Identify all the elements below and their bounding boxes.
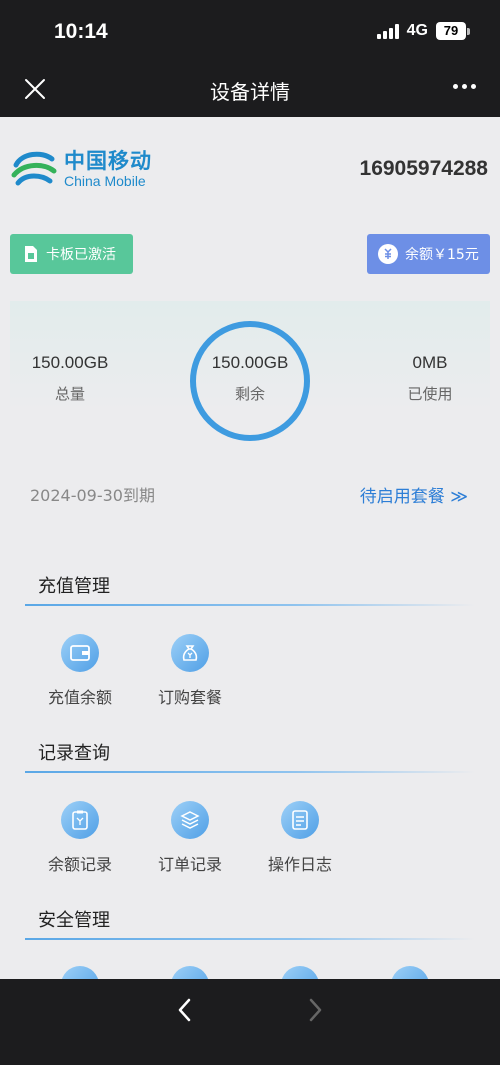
phone-number: 16905974288 [359,157,488,180]
balance-records-label: 余额记录 [47,855,112,874]
money-bag-icon [171,634,209,672]
security-item-1-button[interactable] [35,966,125,979]
china-mobile-logo-icon [11,151,57,186]
main-content: 中国移动 China Mobile 16905974288 卡板已激活 余额￥1… [0,117,500,979]
carrier-brand: 中国移动 China Mobile [10,145,152,193]
more-dot-icon [471,84,476,89]
section-title-recharge: 充值管理 [38,576,110,597]
more-dot-icon [462,84,467,89]
security-icon [61,966,99,979]
total-label: 总量 [54,385,85,403]
network-type: 4G [406,22,428,39]
operation-log-label: 操作日志 [267,855,332,874]
status-indicators: 4G 79 [376,22,470,40]
card-activated-label: 卡板已激活 [46,247,116,263]
remaining-label: 剩余 [234,385,265,403]
bottom-toolbar [0,979,500,1065]
chevron-right-icon [309,998,322,1022]
clipboard-icon [61,801,99,839]
remaining-stat: 150.00GB 剩余 [200,353,300,404]
security-icon [171,966,209,979]
order-plan-button[interactable]: 订购套餐 [145,634,235,708]
used-stat: 0MB 已使用 [380,353,480,404]
page-title: 设备详情 [210,80,290,104]
order-records-label: 订单记录 [157,855,222,874]
security-item-3-button[interactable] [255,966,345,979]
money-bag-icon [378,244,398,264]
more-dot-icon [453,84,458,89]
section-divider [25,938,475,940]
document-icon [281,801,319,839]
layers-icon [171,801,209,839]
section-divider [25,771,475,773]
balance-label: 余额￥15元 [405,247,479,263]
data-usage-card: 150.00GB 总量 150.00GB 剩余 0MB 已使用 [10,301,490,461]
chevron-left-icon [178,998,191,1022]
security-icon [281,966,319,979]
pending-plans-link[interactable]: 待启用套餐 ≫ [360,482,468,507]
used-label: 已使用 [407,385,453,403]
balance-badge[interactable]: 余额￥15元 [367,234,490,274]
status-time: 10:14 [54,20,108,43]
section-title-security: 安全管理 [38,910,110,931]
card-activated-badge: 卡板已激活 [10,234,133,274]
security-item-4-button[interactable] [365,966,455,979]
sim-card-icon [25,246,37,262]
back-button[interactable] [172,997,198,1023]
battery-level: 79 [436,22,466,40]
used-value: 0MB [412,353,448,372]
recharge-balance-label: 充值余额 [47,688,112,707]
total-value: 150.00GB [31,353,109,372]
brand-name-en: China Mobile [64,173,146,189]
security-item-2-button[interactable] [145,966,235,979]
brand-name-cn: 中国移动 [64,149,152,173]
section-title-records: 记录查询 [38,743,110,764]
section-divider [25,604,475,606]
battery-icon: 79 [436,22,470,40]
security-icon [391,966,429,979]
expiry-date: 2024-09-30到期 [30,486,155,505]
more-button[interactable] [453,84,476,89]
recharge-balance-button[interactable]: 充值余额 [35,634,125,708]
order-plan-label: 订购套餐 [157,688,222,707]
operation-log-button[interactable]: 操作日志 [255,801,345,875]
top-bar: 10:14 4G 79 设备详情 [0,0,500,117]
remaining-value: 150.00GB [211,353,289,372]
balance-records-button[interactable]: 余额记录 [35,801,125,875]
signal-icon [376,23,399,39]
order-records-button[interactable]: 订单记录 [145,801,235,875]
wallet-icon [61,634,99,672]
total-stat: 150.00GB 总量 [20,353,120,404]
forward-button[interactable] [302,997,328,1023]
